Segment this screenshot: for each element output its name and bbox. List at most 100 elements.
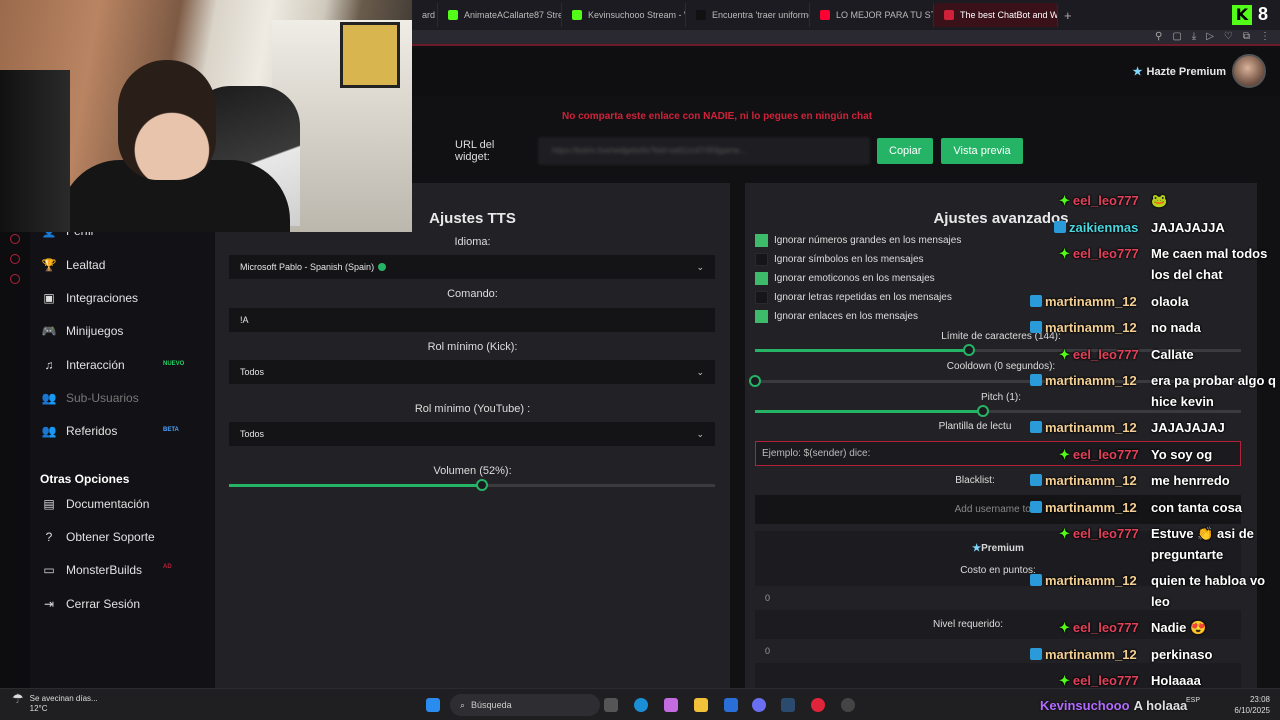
command-label: Comando: <box>447 288 498 300</box>
tts-settings-panel: Ajustes TTS Idioma: Microsoft Pablo - Sp… <box>215 183 730 688</box>
store-icon[interactable] <box>724 698 738 712</box>
premium-heading: ★Premium <box>755 543 1241 554</box>
pitch-label: Pitch (1): <box>980 392 1021 403</box>
play-icon[interactable]: ▷ <box>1206 31 1214 42</box>
task-view-icon[interactable] <box>604 698 618 712</box>
edge-icon[interactable] <box>634 698 648 712</box>
checkbox[interactable] <box>755 291 768 304</box>
browser-tab[interactable]: AnimateACallarte87 Strea <box>438 3 562 27</box>
widget-url-field[interactable]: https://botrix.live/widgets/tts?bid=xa61… <box>539 138 869 164</box>
widget-url-row: URL del widget: https://botrix.live/widg… <box>455 138 1023 164</box>
sidebar-item-3[interactable]: 🎮 Minijuegos <box>41 324 124 338</box>
copy-button[interactable]: Copiar <box>877 138 934 164</box>
discord-icon[interactable] <box>752 698 766 712</box>
weather-widget[interactable]: ☂ Se avecinan días... 12°C <box>12 691 98 714</box>
other-item-3[interactable]: ⇥ Cerrar Sesión <box>42 597 140 611</box>
sidebar-item-5[interactable]: 👥 Sub-Usuarios <box>42 391 139 405</box>
sidebar-item-label: Interacción <box>66 358 125 372</box>
browser-tab[interactable]: The best ChatBot and Wi <box>934 3 1058 27</box>
weather-temp: 12°C <box>29 704 48 713</box>
app-icon-strip <box>0 232 30 688</box>
strip-icon[interactable] <box>10 234 20 244</box>
char-limit-slider-thumb[interactable] <box>963 344 975 356</box>
pin-icon[interactable]: ⚲ <box>1155 31 1162 42</box>
gamepad-icon: 🎮 <box>41 324 57 338</box>
language-select[interactable]: Microsoft Pablo - Spanish (Spain) ⌄ <box>229 255 715 279</box>
menu-icon[interactable]: ⋮ <box>1260 31 1270 42</box>
char-limit-slider[interactable] <box>755 344 1241 356</box>
volume-slider-thumb[interactable] <box>476 479 488 491</box>
advanced-option[interactable]: Ignorar emoticonos en los mensajes <box>755 272 935 285</box>
sidebar-item-6[interactable]: 👥 Referidos <box>42 424 118 438</box>
sidebar-item-label: Referidos <box>66 424 118 438</box>
sidebar-item-label: Integraciones <box>66 291 139 305</box>
command-input[interactable]: !A <box>229 308 715 332</box>
volume-slider-fill <box>229 484 482 487</box>
search-icon: ⌕ <box>460 699 466 710</box>
tab-favicon-icon <box>944 10 954 20</box>
weather-title: Se avecinan días... <box>29 694 98 703</box>
steam-icon[interactable] <box>781 698 795 712</box>
copilot-icon[interactable] <box>664 698 678 712</box>
advanced-option[interactable]: Ignorar números grandes en los mensajes <box>755 234 961 247</box>
other-item-label: Obtener Soporte <box>66 530 155 544</box>
screenshot-icon[interactable]: ▢ <box>1172 31 1181 42</box>
other-item-0[interactable]: ▤ Documentación <box>42 497 149 511</box>
system-clock[interactable]: 23:08 6/10/2025 <box>1234 694 1270 716</box>
file-explorer-icon[interactable] <box>694 698 708 712</box>
strip-icon[interactable] <box>10 274 20 284</box>
new-tab-button[interactable]: + <box>1058 8 1078 23</box>
advanced-option-label: Ignorar enlaces en los mensajes <box>774 311 918 322</box>
download-icon[interactable]: ⤓ <box>1192 31 1196 42</box>
kick-role-select[interactable]: Todos ⌄ <box>229 360 715 384</box>
cooldown-slider[interactable] <box>749 375 1241 387</box>
heart-icon[interactable]: ♡ <box>1224 31 1233 42</box>
char-limit-label: Límite de caracteres (144): <box>941 331 1061 342</box>
user-avatar[interactable] <box>1232 54 1266 88</box>
sidebar-item-2[interactable]: ▣ Integraciones <box>42 291 138 305</box>
preview-button[interactable]: Vista previa <box>941 138 1023 164</box>
sidebar-item-1[interactable]: 🏆 Lealtad <box>42 258 106 272</box>
cost-input[interactable]: 0 <box>755 586 1241 610</box>
pitch-slider[interactable] <box>755 405 1241 417</box>
sidebar-item-label: Sub-Usuarios <box>66 391 139 405</box>
windows-start-icon[interactable] <box>426 698 440 712</box>
youtube-role-select[interactable]: Todos ⌄ <box>229 422 715 446</box>
browser-tab[interactable]: LO MEJOR PARA TU STR <box>810 3 934 27</box>
extensions-icon[interactable]: ⧉ <box>1243 31 1250 42</box>
template-label: Plantilla de lectu <box>938 421 1012 432</box>
clock-time: 23:08 <box>1249 695 1270 704</box>
advanced-option-label: Ignorar emoticonos en los mensajes <box>774 273 935 284</box>
premium-link[interactable]: ★ Hazte Premium <box>1133 65 1226 79</box>
advanced-option[interactable]: Ignorar enlaces en los mensajes <box>755 310 918 323</box>
taskbar-search[interactable]: ⌕ Búsqueda <box>450 694 600 716</box>
pitch-slider-thumb[interactable] <box>977 405 989 417</box>
level-input[interactable]: 0 <box>755 639 1241 663</box>
template-input[interactable]: Ejemplo: $(sender) dice: <box>755 441 1241 466</box>
checkbox[interactable] <box>755 310 768 323</box>
checkbox[interactable] <box>755 253 768 266</box>
checkbox[interactable] <box>755 272 768 285</box>
browser-tab[interactable]: Encuentra 'traer uniforme <box>686 3 810 27</box>
other-item-2[interactable]: ▭ MonsterBuilds <box>42 563 142 577</box>
widget-url-label: URL del widget: <box>455 139 495 163</box>
weather-icon: ☂ <box>12 691 24 706</box>
cooldown-slider-thumb[interactable] <box>749 375 761 387</box>
level-label: Nivel requerido: <box>932 619 1004 630</box>
browser-tab[interactable]: ard <box>412 3 438 27</box>
advanced-option[interactable]: Ignorar letras repetidas en los mensajes <box>755 291 952 304</box>
browser-tab[interactable]: Kevinsuchooo Stream - W <box>562 3 686 27</box>
opera-icon[interactable] <box>811 698 825 712</box>
strip-icon[interactable] <box>10 254 20 264</box>
sidebar-item-4[interactable]: ♫ Interacción <box>42 358 125 372</box>
document-icon: ▤ <box>43 497 55 511</box>
other-item-1[interactable]: ? Obtener Soporte <box>42 530 155 544</box>
advanced-option[interactable]: Ignorar símbolos en los mensajes <box>755 253 924 266</box>
checkbox[interactable] <box>755 234 768 247</box>
obs-icon[interactable] <box>841 698 855 712</box>
volume-slider[interactable] <box>229 479 715 491</box>
language-indicator[interactable]: ESP <box>1186 697 1200 704</box>
other-options-heading: Otras Opciones <box>40 472 130 486</box>
clock-date: 6/10/2025 <box>1234 706 1270 715</box>
blacklist-input[interactable]: Add username to bl <box>755 495 1241 524</box>
